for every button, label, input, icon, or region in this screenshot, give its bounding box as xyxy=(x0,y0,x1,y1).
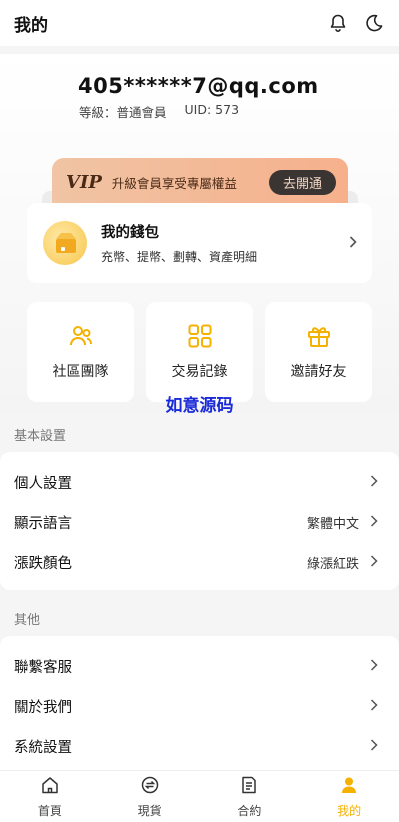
chevron-right-icon xyxy=(369,473,379,492)
contract-icon xyxy=(239,775,259,799)
bell-icon[interactable] xyxy=(327,12,349,34)
grid-icon xyxy=(187,323,213,353)
vip-logo: VIP xyxy=(66,171,102,193)
settings-row-language[interactable]: 顯示語言 繁體中文 xyxy=(0,502,399,542)
home-icon xyxy=(40,775,60,799)
profile-section: 405******7@qq.com 等級：普通會員 UID: 573 VIP 升… xyxy=(0,54,399,414)
watermark-text: 如意源码 xyxy=(165,396,234,416)
tab-label: 我的 xyxy=(337,803,362,818)
tab-label: 首頁 xyxy=(37,803,62,818)
tab-label: 現貨 xyxy=(137,803,162,818)
basic-settings-title: 基本設置 xyxy=(14,429,67,444)
wallet-card[interactable]: 我的錢包 充幣、提幣、劃轉、資產明細 xyxy=(27,203,372,283)
row-label: 漲跌顏色 xyxy=(14,555,72,572)
trade-records-card[interactable]: 交易記錄 xyxy=(146,302,253,402)
row-label: 顯示語言 xyxy=(14,515,72,532)
settings-row-personal[interactable]: 個人設置 xyxy=(0,462,399,502)
wallet-title: 我的錢包 xyxy=(101,225,159,241)
user-icon xyxy=(339,775,359,799)
other-row-about[interactable]: 關於我們 xyxy=(0,686,399,726)
moon-icon[interactable] xyxy=(363,12,385,34)
chevron-right-icon xyxy=(369,697,379,716)
user-uid: UID: 573 xyxy=(184,102,240,117)
tab-label: 合約 xyxy=(237,803,262,818)
gift-icon xyxy=(306,323,332,353)
tab-spot[interactable]: 現貨 xyxy=(100,771,200,822)
row-value: 繁體中文 xyxy=(306,516,359,532)
member-level: 等級：普通會員 xyxy=(79,105,167,120)
vip-banner[interactable]: VIP 升級會員享受專屬權益 去開通 xyxy=(52,158,348,206)
other-row-support[interactable]: 聯繫客服 xyxy=(0,646,399,686)
vip-open-button[interactable]: 去開通 xyxy=(268,169,336,195)
other-group: 聯繫客服 關於我們 系統設置 xyxy=(0,636,399,770)
trade-records-label: 交易記錄 xyxy=(171,364,228,380)
chevron-right-icon xyxy=(369,553,379,572)
community-team-card[interactable]: 社區團隊 xyxy=(27,302,134,402)
bottom-tab-bar: 首頁 現貨 合約 我的 xyxy=(0,770,399,822)
other-row-system[interactable]: 系統設置 xyxy=(0,726,399,766)
row-label: 系統設置 xyxy=(14,739,72,756)
tab-contract[interactable]: 合約 xyxy=(200,771,300,822)
team-icon xyxy=(68,323,94,353)
tab-home[interactable]: 首頁 xyxy=(0,771,100,822)
row-label: 個人設置 xyxy=(14,475,72,492)
vip-description: 升級會員享受專屬權益 xyxy=(111,175,237,191)
chevron-right-icon xyxy=(369,513,379,532)
row-label: 關於我們 xyxy=(14,699,72,716)
user-email: 405******7@qq.com xyxy=(78,74,319,98)
chevron-right-icon xyxy=(369,657,379,676)
wallet-subtitle: 充幣、提幣、劃轉、資產明細 xyxy=(101,250,258,264)
wallet-icon xyxy=(43,221,87,265)
page-title: 我的 xyxy=(14,15,48,36)
chevron-right-icon xyxy=(348,234,358,253)
basic-settings-group: 個人設置 顯示語言 繁體中文 漲跌顏色 綠漲紅跌 xyxy=(0,452,399,590)
top-bar: 我的 xyxy=(0,0,399,46)
row-value: 綠漲紅跌 xyxy=(306,556,359,572)
exchange-icon xyxy=(140,775,160,799)
quick-actions: 社區團隊 交易記錄 邀請好友 xyxy=(27,302,372,402)
row-label: 聯繫客服 xyxy=(14,659,72,676)
invite-friends-card[interactable]: 邀請好友 xyxy=(265,302,372,402)
community-team-label: 社區團隊 xyxy=(52,364,109,380)
settings-row-color[interactable]: 漲跌顏色 綠漲紅跌 xyxy=(0,542,399,582)
other-title: 其他 xyxy=(14,613,41,628)
chevron-right-icon xyxy=(369,737,379,756)
invite-friends-label: 邀請好友 xyxy=(290,364,347,380)
tab-mine[interactable]: 我的 xyxy=(299,771,399,822)
